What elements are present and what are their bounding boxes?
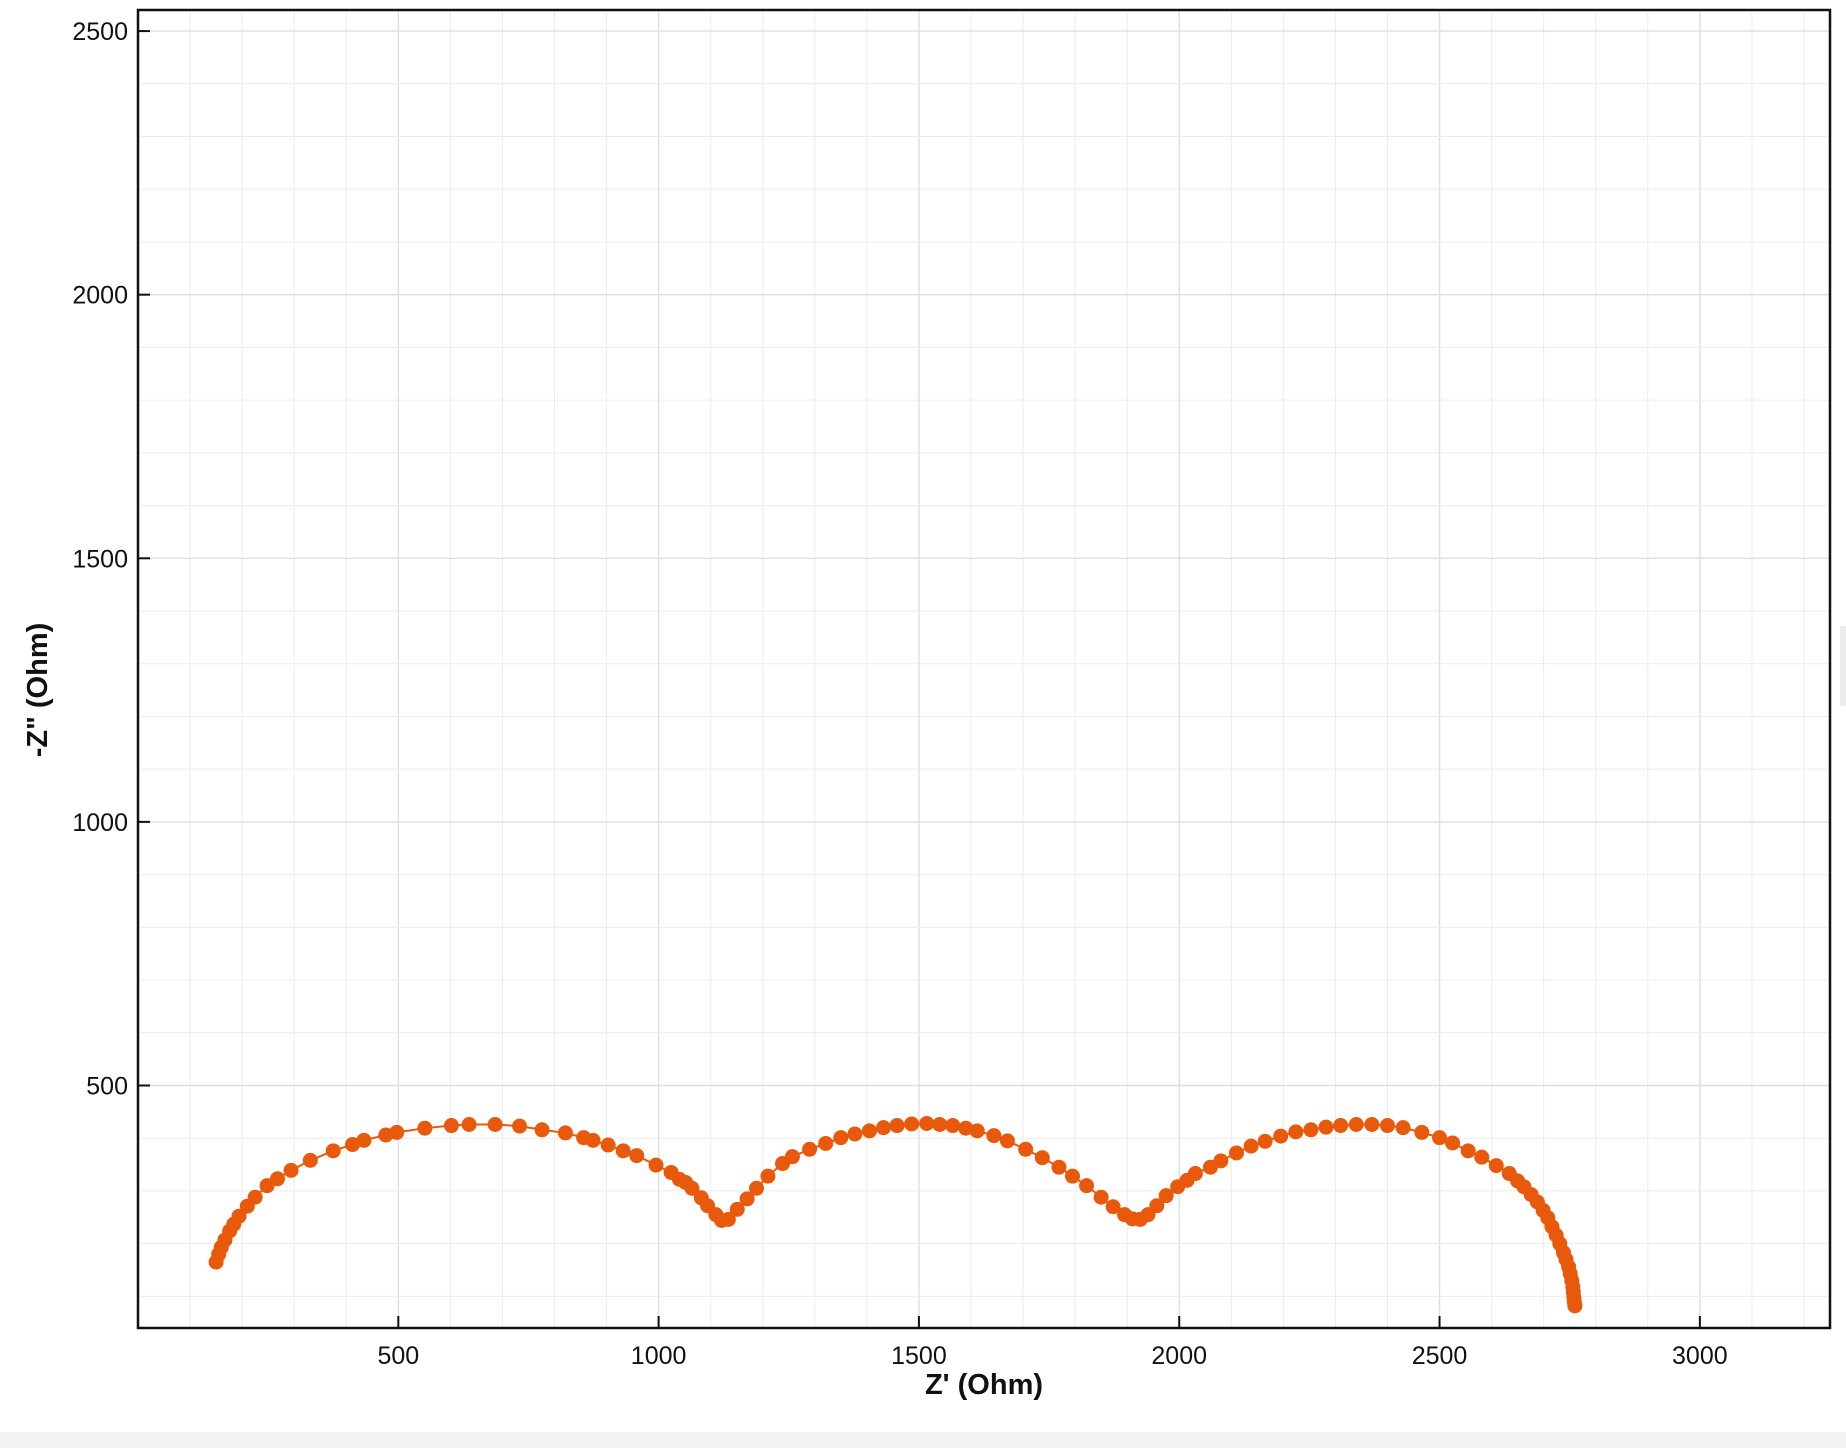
- data-point: [443, 1118, 459, 1134]
- data-point: [1034, 1150, 1050, 1166]
- data-point: [760, 1168, 776, 1184]
- data-point: [986, 1128, 1002, 1144]
- x-tick-label: 3000: [1672, 1342, 1728, 1370]
- data-point: [615, 1143, 631, 1159]
- data-point: [512, 1118, 528, 1134]
- data-point: [904, 1116, 920, 1132]
- y-tick-label: 1500: [72, 545, 128, 573]
- y-tick-label: 500: [86, 1072, 128, 1100]
- data-point: [1051, 1159, 1067, 1175]
- data-point: [283, 1162, 299, 1178]
- data-point: [648, 1157, 664, 1173]
- data-point: [802, 1141, 818, 1157]
- data-point: [1288, 1124, 1304, 1140]
- data-point: [461, 1117, 477, 1133]
- data-point: [889, 1118, 905, 1134]
- data-point: [389, 1124, 405, 1140]
- data-point: [1093, 1189, 1109, 1205]
- data-point: [1474, 1149, 1490, 1165]
- data-point: [1567, 1298, 1583, 1314]
- x-tick-label: 2000: [1151, 1342, 1207, 1370]
- y-axis-title: -Z" (Ohm): [22, 623, 54, 758]
- data-point: [585, 1132, 601, 1148]
- data-point: [847, 1126, 863, 1142]
- y-tick-label: 2500: [72, 18, 128, 46]
- data-point: [999, 1133, 1015, 1149]
- data-point: [748, 1180, 764, 1196]
- plot-background: [0, 0, 1846, 1448]
- data-point: [356, 1132, 372, 1148]
- data-point: [945, 1118, 961, 1134]
- data-point: [1228, 1145, 1244, 1161]
- data-point: [1432, 1130, 1448, 1146]
- data-point: [1445, 1135, 1461, 1151]
- data-point: [784, 1149, 800, 1165]
- data-point: [919, 1115, 935, 1131]
- data-point: [861, 1123, 877, 1139]
- data-point: [600, 1137, 616, 1153]
- data-point: [1333, 1118, 1349, 1134]
- data-point: [487, 1117, 503, 1133]
- x-tick-label: 1500: [891, 1342, 947, 1370]
- data-point: [833, 1130, 849, 1146]
- data-point: [417, 1120, 433, 1136]
- data-point: [1018, 1141, 1034, 1157]
- data-point: [1243, 1138, 1259, 1154]
- data-point: [1303, 1122, 1319, 1138]
- data-point: [1079, 1178, 1095, 1194]
- data-point: [629, 1148, 645, 1164]
- data-point: [1257, 1133, 1273, 1149]
- data-point: [534, 1122, 550, 1138]
- data-point: [247, 1189, 263, 1205]
- data-point: [557, 1125, 573, 1141]
- data-point: [1213, 1153, 1229, 1169]
- data-point: [932, 1117, 948, 1133]
- x-tick-label: 1000: [631, 1342, 687, 1370]
- data-point: [270, 1171, 286, 1187]
- y-tick-label: 2000: [72, 282, 128, 310]
- data-point: [1488, 1158, 1504, 1174]
- data-point: [325, 1143, 341, 1159]
- data-point: [1460, 1143, 1476, 1159]
- data-point: [302, 1152, 318, 1168]
- x-axis-title: Z' (Ohm): [925, 1369, 1043, 1401]
- data-point: [969, 1123, 985, 1139]
- data-point: [1379, 1118, 1395, 1134]
- data-point: [818, 1135, 834, 1151]
- data-point: [1065, 1168, 1081, 1184]
- data-point: [1364, 1117, 1380, 1133]
- data-point: [1348, 1117, 1364, 1133]
- data-point: [1318, 1119, 1334, 1135]
- data-point: [876, 1120, 892, 1136]
- x-tick-label: 500: [377, 1342, 419, 1370]
- nyquist-chart: 500 1000 1500 2000 2500 3000 500 1000 1500 2000 25…: [0, 0, 1846, 1448]
- y-tick-label: 1000: [72, 809, 128, 837]
- bottom-band: [0, 1432, 1846, 1448]
- data-point: [1187, 1166, 1203, 1182]
- side-handle[interactable]: [1840, 626, 1846, 706]
- data-point: [1273, 1128, 1289, 1144]
- data-point: [1395, 1120, 1411, 1136]
- data-point: [1414, 1124, 1430, 1140]
- x-tick-label: 2500: [1412, 1342, 1468, 1370]
